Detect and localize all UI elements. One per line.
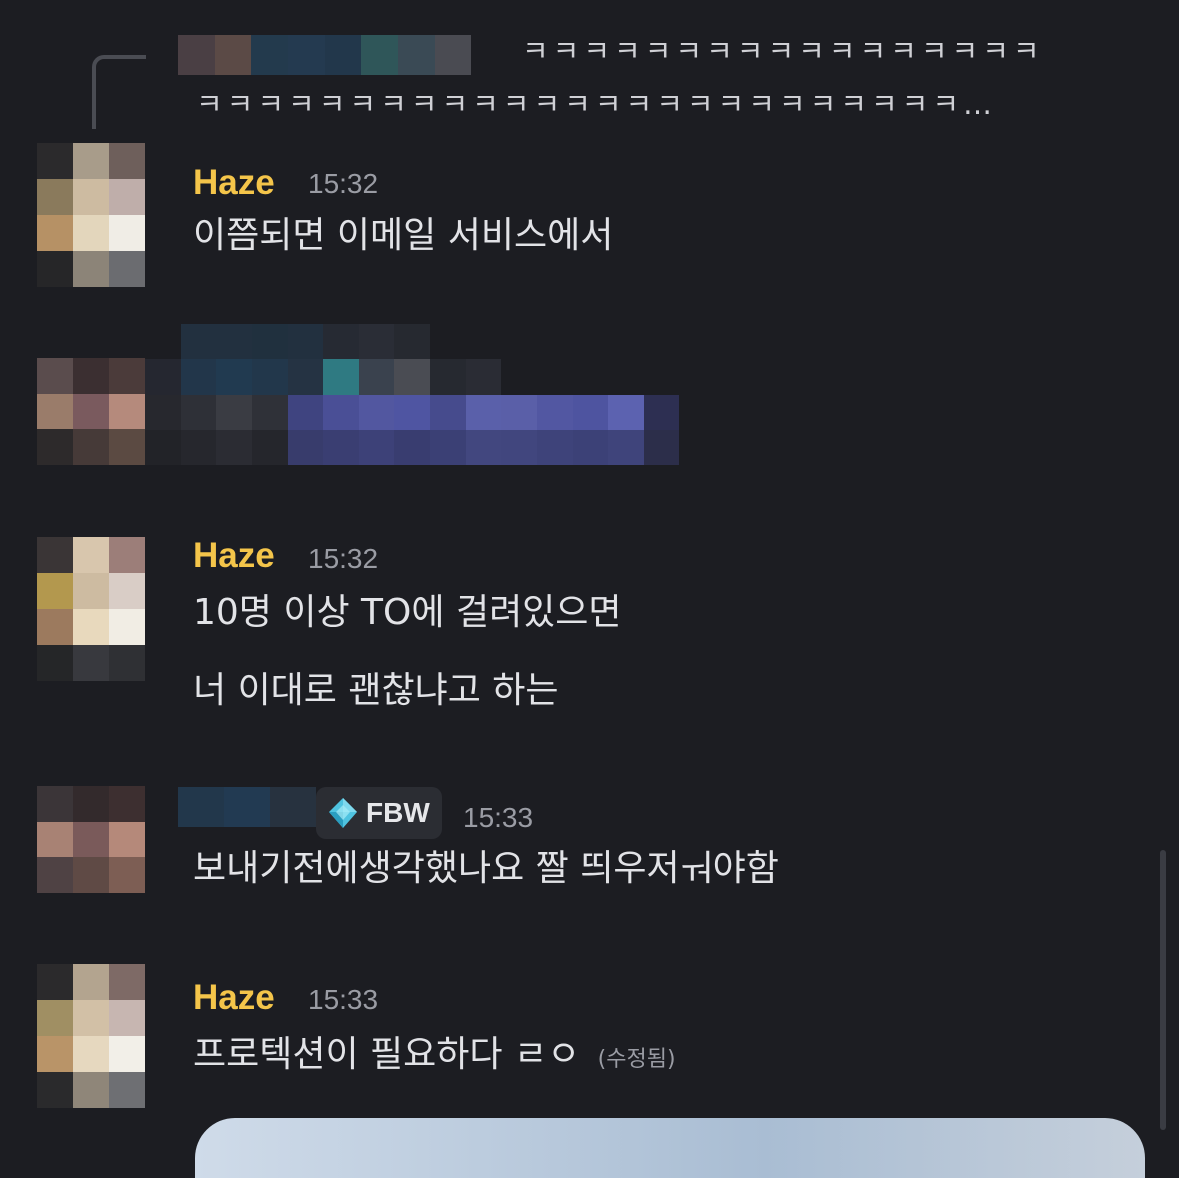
reply-author-blurred[interactable] xyxy=(178,35,508,75)
role-tag[interactable]: FBW xyxy=(316,787,442,839)
scrollbar[interactable] xyxy=(1160,850,1166,1130)
timestamp: 15:33 xyxy=(463,802,534,833)
reply-connector xyxy=(92,55,146,129)
timestamp: 15:33 xyxy=(308,984,379,1015)
reply-preview-text-line2[interactable]: ㅋㅋㅋㅋㅋㅋㅋㅋㅋㅋㅋㅋㅋㅋㅋㅋㅋㅋㅋㅋㅋㅋㅋㅋㅋ… xyxy=(196,90,996,119)
message-text: 프로텍션이 필요하다 ㄹㅇ (수정됨) xyxy=(193,1037,676,1073)
username[interactable]: Haze xyxy=(193,165,275,200)
avatar[interactable] xyxy=(37,786,145,893)
username[interactable]: Haze xyxy=(193,538,275,573)
username[interactable]: Haze xyxy=(193,980,275,1015)
edited-label: (수정됨) xyxy=(597,1047,676,1072)
avatar[interactable] xyxy=(37,964,145,1108)
diamond-icon xyxy=(326,796,360,830)
avatar-blurred[interactable] xyxy=(37,358,145,465)
reply-preview-text-line1[interactable]: ㅋㅋㅋㅋㅋㅋㅋㅋㅋㅋㅋㅋㅋㅋㅋㅋㅋ xyxy=(522,37,1044,66)
timestamp: 15:32 xyxy=(308,543,379,574)
message-text: 10명 이상 TO에 걸려있으면 xyxy=(193,592,622,633)
timestamp: 15:32 xyxy=(308,168,379,199)
username-blurred[interactable] xyxy=(178,787,316,827)
message-text: 이쯤되면 이메일 서비스에서 xyxy=(193,215,614,256)
message-text: 너 이대로 괜찮냐고 하는 xyxy=(193,670,559,711)
attachment-image-preview[interactable] xyxy=(195,1118,1145,1178)
avatar[interactable] xyxy=(37,143,145,287)
avatar[interactable] xyxy=(37,537,145,681)
message-text-content: 프로텍션이 필요하다 ㄹㅇ xyxy=(193,1034,581,1075)
role-tag-label: FBW xyxy=(366,797,430,828)
message-text: 보내기전에생각했나요 짤 띄우저ㅝ야함 xyxy=(193,848,779,889)
blurred-content xyxy=(145,324,715,465)
